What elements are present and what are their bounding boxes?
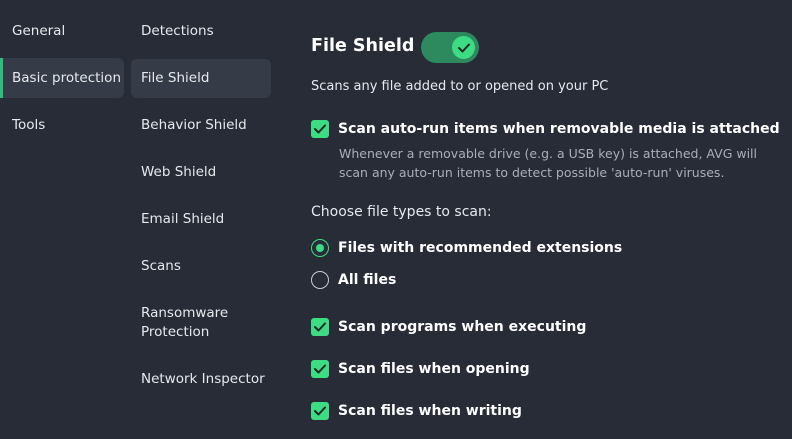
toggle-knob bbox=[452, 36, 475, 59]
autorun-checkbox-label: Scan auto-run items when removable media… bbox=[338, 121, 780, 137]
subnav-item-label: Behavior Shield bbox=[141, 116, 247, 133]
radio-all-files[interactable]: All files bbox=[311, 271, 396, 289]
primary-nav: General Basic protection Tools bbox=[0, 0, 127, 439]
subnav-item-ransomware-protection[interactable]: Ransomware Protection bbox=[131, 303, 241, 343]
subnav-item-web-shield[interactable]: Web Shield bbox=[131, 152, 271, 192]
checkmark-icon bbox=[314, 322, 326, 332]
nav-item-tools[interactable]: Tools bbox=[0, 105, 124, 145]
subnav-item-behavior-shield[interactable]: Behavior Shield bbox=[131, 105, 271, 145]
nav-item-general[interactable]: General bbox=[0, 11, 124, 51]
radio-button[interactable] bbox=[311, 271, 329, 289]
checkmark-icon bbox=[314, 364, 326, 374]
autorun-description: Whenever a removable drive (e.g. a USB k… bbox=[339, 146, 758, 180]
radio-label: Files with recommended extensions bbox=[338, 240, 623, 256]
checkbox-label: Scan programs when executing bbox=[338, 319, 587, 335]
autorun-checkbox[interactable] bbox=[311, 120, 329, 138]
scan-writing-checkbox[interactable] bbox=[311, 402, 329, 420]
subnav-item-detections[interactable]: Detections bbox=[131, 11, 271, 51]
radio-label: All files bbox=[338, 272, 397, 288]
checkmark-icon bbox=[314, 124, 326, 134]
subnav-item-label: Ransomware Protection bbox=[141, 305, 229, 340]
file-shield-toggle[interactable] bbox=[421, 32, 479, 63]
checkbox-label: Scan files when opening bbox=[338, 361, 530, 377]
scan-opening-checkbox-row[interactable]: Scan files when opening bbox=[311, 360, 530, 378]
subnav-item-email-shield[interactable]: Email Shield bbox=[131, 199, 271, 239]
subnav-item-scans[interactable]: Scans bbox=[131, 246, 271, 286]
scan-programs-checkbox-row[interactable]: Scan programs when executing bbox=[311, 318, 586, 336]
radio-button[interactable] bbox=[311, 239, 329, 257]
subnav-item-label: Scans bbox=[141, 257, 181, 274]
nav-item-basic-protection[interactable]: Basic protection bbox=[0, 58, 124, 98]
checkmark-icon bbox=[314, 406, 326, 416]
nav-item-label: Basic protection bbox=[12, 70, 121, 86]
subnav-item-network-inspector[interactable]: Network Inspector bbox=[131, 359, 271, 399]
file-types-heading: Choose file types to scan: bbox=[311, 204, 492, 220]
radio-recommended-extensions[interactable]: Files with recommended extensions bbox=[311, 239, 622, 257]
checkbox-label: Scan files when writing bbox=[338, 403, 522, 419]
nav-item-label: Tools bbox=[12, 117, 46, 133]
scan-programs-checkbox[interactable] bbox=[311, 318, 329, 336]
page-description: Scans any file added to or opened on you… bbox=[311, 79, 609, 94]
subnav-item-label: Detections bbox=[141, 22, 214, 39]
subnav-item-label: Network Inspector bbox=[141, 370, 265, 387]
subnav-item-label: Web Shield bbox=[141, 163, 217, 180]
nav-item-label: General bbox=[12, 23, 66, 39]
settings-window: General Basic protection Tools Detection… bbox=[0, 0, 792, 439]
checkmark-icon bbox=[457, 43, 470, 52]
page-title: File Shield bbox=[311, 36, 415, 56]
subnav-item-label: Email Shield bbox=[141, 210, 225, 227]
autorun-checkbox-row[interactable]: Scan auto-run items when removable media… bbox=[311, 120, 780, 138]
subnav-item-file-shield[interactable]: File Shield bbox=[131, 59, 271, 98]
scan-opening-checkbox[interactable] bbox=[311, 360, 329, 378]
subnav-item-label: File Shield bbox=[141, 70, 210, 86]
scan-writing-checkbox-row[interactable]: Scan files when writing bbox=[311, 402, 522, 420]
